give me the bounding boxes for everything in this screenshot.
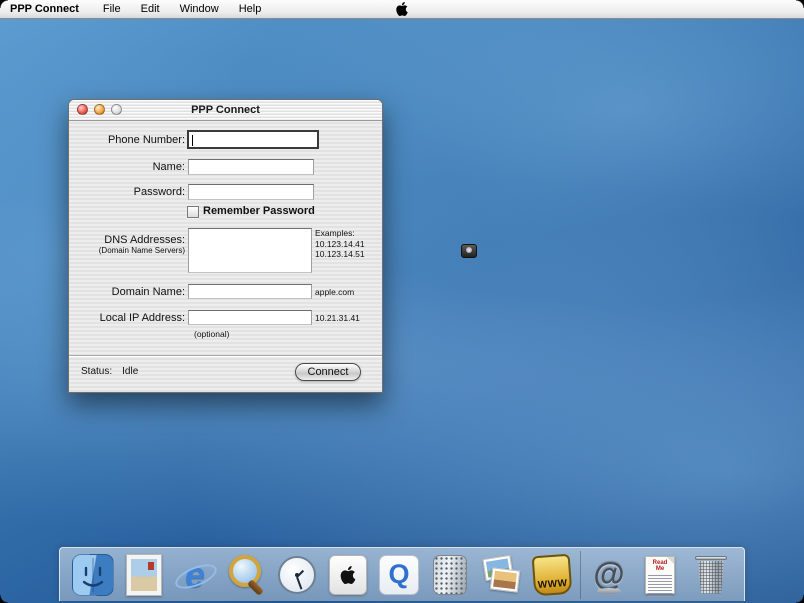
dock-item-system-preferences[interactable] xyxy=(325,550,371,600)
finder-icon xyxy=(72,554,114,596)
dns-addresses-label: DNS Addresses: xyxy=(73,234,185,246)
dock-item-trash[interactable] xyxy=(688,550,734,600)
image-capture-icon xyxy=(479,553,523,597)
clock-minute-hand xyxy=(296,576,302,589)
local-ip-example: 10.21.31.41 xyxy=(315,313,360,323)
magnifier-lens xyxy=(229,555,261,587)
dns-sublabel: (Domain Name Servers) xyxy=(73,246,185,255)
domain-example: apple.com xyxy=(315,287,354,297)
dock-item-music-player[interactable] xyxy=(427,550,473,600)
window-titlebar[interactable]: PPP Connect xyxy=(69,100,382,121)
clock-icon xyxy=(278,556,316,594)
local-ip-label: Local IP Address: xyxy=(73,312,185,324)
name-input[interactable] xyxy=(188,159,314,175)
name-label: Name: xyxy=(73,161,185,173)
desktop: PPP Connect File Edit Window Help PPP Co… xyxy=(0,0,804,603)
document-text-lines xyxy=(648,575,672,597)
mail-stamp-icon xyxy=(126,554,162,596)
system-preferences-icon xyxy=(329,555,367,595)
quicktime-icon: Q xyxy=(379,555,419,595)
dns-example-1: 10.123.14.41 xyxy=(315,239,365,249)
dock-separator xyxy=(580,551,581,599)
dock-item-web-bookmarks[interactable]: WWW xyxy=(529,550,575,600)
dock-item-sherlock[interactable] xyxy=(223,550,269,600)
screen-corner xyxy=(0,595,8,603)
web-bookmarks-icon: WWW xyxy=(532,553,573,596)
remember-password-checkbox[interactable] xyxy=(187,206,199,218)
domain-name-input[interactable] xyxy=(188,284,312,299)
sherlock-icon xyxy=(224,553,268,597)
password-input[interactable] xyxy=(188,184,314,200)
dns-examples-title: Examples: xyxy=(315,228,355,238)
dock-item-clock[interactable] xyxy=(274,550,320,600)
menu-item-help[interactable]: Help xyxy=(239,3,262,15)
dock-item-mail[interactable] xyxy=(121,550,167,600)
remember-password-label: Remember Password xyxy=(203,205,315,217)
phone-number-input[interactable] xyxy=(187,130,319,149)
dock: e Q xyxy=(59,547,745,601)
menu-item-window[interactable]: Window xyxy=(180,3,219,15)
apple-logo-icon[interactable] xyxy=(395,2,409,16)
trash-icon xyxy=(695,554,727,596)
dock-item-finder[interactable] xyxy=(70,550,116,600)
menu-item-edit[interactable]: Edit xyxy=(141,3,160,15)
dock-item-image-capture[interactable] xyxy=(478,550,524,600)
window-divider xyxy=(69,355,382,356)
status-label: Status: xyxy=(81,366,112,377)
music-player-icon xyxy=(433,555,467,595)
readme-icon: Read Me xyxy=(645,556,675,594)
photo-thumbnail xyxy=(490,567,520,592)
text-caret xyxy=(192,135,193,146)
status-value: Idle xyxy=(122,366,138,377)
menu-app-name[interactable]: PPP Connect xyxy=(10,3,79,15)
status-text: Status: Idle xyxy=(81,366,138,377)
dock-item-readme[interactable]: Read Me xyxy=(637,550,683,600)
dock-item-internet-explorer[interactable]: e xyxy=(172,550,218,600)
password-label: Password: xyxy=(73,186,185,198)
trash-body xyxy=(697,561,725,594)
camera-icon[interactable] xyxy=(461,244,477,258)
dns-example-2: 10.123.14.51 xyxy=(315,249,365,259)
dock-item-mail-at[interactable]: @ xyxy=(586,550,632,600)
window-title: PPP Connect xyxy=(69,104,382,116)
ppp-connect-window: PPP Connect Phone Number: Name: Password… xyxy=(68,99,383,393)
screen-corner xyxy=(796,595,804,603)
optional-note: (optional) xyxy=(194,329,229,339)
clock-hour-hand xyxy=(296,569,304,577)
local-ip-input[interactable] xyxy=(188,310,312,325)
menu-item-file[interactable]: File xyxy=(103,3,121,15)
dns-addresses-input[interactable] xyxy=(188,228,312,273)
mail-at-icon: @ xyxy=(587,553,631,597)
menu-bar: PPP Connect File Edit Window Help xyxy=(0,0,804,19)
internet-explorer-icon: e xyxy=(173,553,217,597)
phone-number-label: Phone Number: xyxy=(73,134,185,146)
domain-name-label: Domain Name: xyxy=(73,286,185,298)
dock-item-quicktime[interactable]: Q xyxy=(376,550,422,600)
trash-rim xyxy=(695,556,727,560)
connect-button[interactable]: Connect xyxy=(295,363,361,381)
